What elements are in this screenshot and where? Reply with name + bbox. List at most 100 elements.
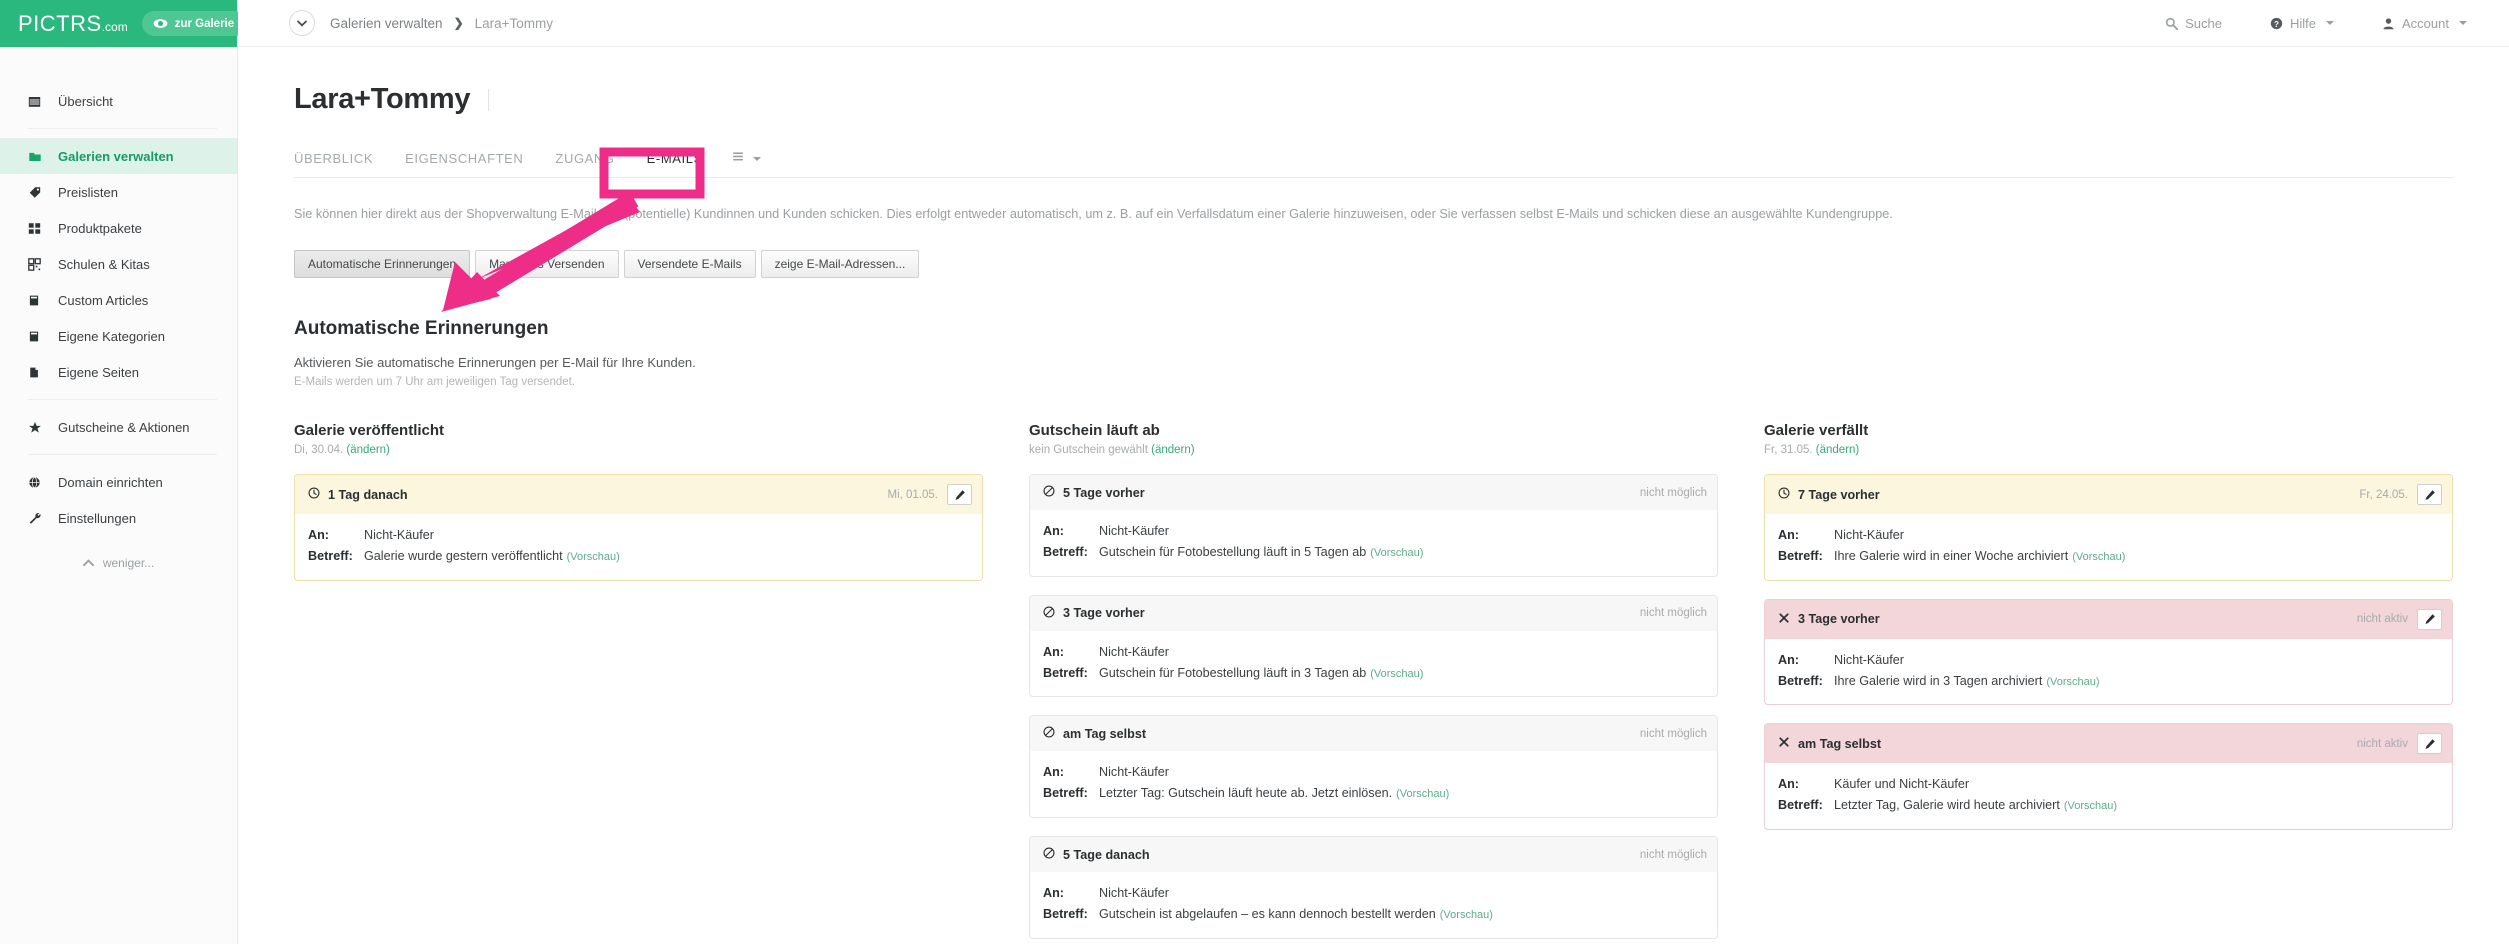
- sidebar-item-1[interactable]: Galerien verwalten: [0, 138, 237, 174]
- reminder-card: 5 Tage vorher nicht möglich An: Nicht-Kä…: [1029, 474, 1718, 577]
- breadcrumb-dropdown-button[interactable]: [289, 10, 315, 36]
- reminder-timing-label: 3 Tage vorher: [1798, 612, 1880, 627]
- sidebar-item-label: Custom Articles: [58, 292, 149, 308]
- column-change-link[interactable]: (ändern): [346, 444, 389, 456]
- edit-reminder-button[interactable]: [2417, 608, 2442, 630]
- subtab-3[interactable]: zeige E-Mail-Adressen...: [760, 250, 920, 279]
- wrench-icon: [28, 512, 45, 525]
- recipient-label: An:: [1043, 886, 1064, 900]
- reminder-card-body: An: Nicht-Käufer Betreff: Gutschein für …: [1030, 510, 1717, 576]
- reminder-card: 3 Tage vorher nicht aktiv An: Nicht-Käuf…: [1764, 598, 2453, 706]
- subtab-1[interactable]: Manuelles Versenden: [475, 250, 619, 279]
- tab-3[interactable]: E-MAILS: [631, 144, 719, 177]
- sidebar-item-0[interactable]: Übersicht: [0, 83, 237, 119]
- edit-reminder-button[interactable]: [2417, 484, 2442, 506]
- subject-label: Betreff:: [1778, 673, 1823, 688]
- recipient-value: Nicht-Käufer: [1099, 886, 1169, 900]
- account-label: Account: [2402, 15, 2449, 31]
- breadcrumb-parent-link[interactable]: Galerien verwalten: [330, 16, 443, 31]
- help-label: Hilfe: [2290, 15, 2317, 31]
- qr-icon: [28, 257, 45, 271]
- reminder-card-body: An: Nicht-Käufer Betreff: Gutschein für …: [1030, 631, 1717, 697]
- edit-reminder-button[interactable]: [947, 484, 972, 506]
- chevron-down-icon: [2459, 21, 2467, 25]
- sidebar-item-9[interactable]: Domain einrichten: [0, 464, 237, 500]
- preview-link[interactable]: (Vorschau): [2046, 676, 2099, 688]
- edit-reminder-button[interactable]: [2417, 733, 2442, 755]
- subject-text: Ihre Galerie wird in 3 Tagen archiviert: [1834, 673, 2043, 688]
- ban-icon: [1043, 726, 1055, 741]
- column-change-link[interactable]: (ändern): [1816, 444, 1859, 456]
- subject-text: Gutschein ist abgelaufen – es kann denno…: [1099, 906, 1436, 921]
- subtab-0[interactable]: Automatische Erinnerungen: [294, 250, 471, 279]
- preview-link[interactable]: (Vorschau): [1370, 668, 1423, 680]
- status-text: nicht aktiv: [2356, 737, 2408, 750]
- sidebar-item-label: Schulen & Kitas: [58, 256, 150, 272]
- tab-0[interactable]: ÜBERBLICK: [294, 144, 389, 177]
- preview-link[interactable]: (Vorschau): [1396, 788, 1449, 800]
- section-note: E-Mails werden um 7 Uhr am jeweiligen Ta…: [294, 376, 576, 389]
- reminder-timing-label: 7 Tage vorher: [1798, 487, 1880, 502]
- subtab-2[interactable]: Versendete E-Mails: [623, 250, 756, 279]
- search-button[interactable]: Suche: [2165, 16, 2222, 31]
- subject-text: Galerie wurde gestern veröffentlicht: [364, 549, 563, 564]
- sidebar-item-3[interactable]: Produktpakete: [0, 210, 237, 246]
- reminder-timing-label: 3 Tage vorher: [1063, 606, 1145, 621]
- pictrs-logo: PICTRS.com: [18, 11, 128, 37]
- reminder-columns: Galerie veröffentlicht Di, 30.04. (ändern…: [294, 422, 2453, 939]
- column-date: kein Gutschein gewählt: [1029, 444, 1152, 457]
- preview-link[interactable]: (Vorschau): [1370, 547, 1423, 559]
- svg-text:?: ?: [2274, 19, 2279, 28]
- subject-row: Betreff: Gutschein für Fotobestellung lä…: [1043, 663, 1704, 684]
- recipient-row: An: Nicht-Käufer: [1043, 521, 1704, 542]
- column-date: Fr, 31.05.: [1764, 444, 1816, 457]
- logo-text: PICTRS: [18, 10, 102, 36]
- sidebar-item-4[interactable]: Schulen & Kitas: [0, 246, 237, 282]
- reminder-card-body: An: Nicht-Käufer Betreff: Gutschein ist …: [1030, 872, 1717, 938]
- page-icon: [28, 366, 45, 379]
- column-subtitle: Fr, 31.05. (ändern): [1764, 444, 2453, 456]
- reminder-card: 7 Tage vorher Fr, 24.05. An: Nicht-Käufe…: [1764, 474, 2453, 581]
- reminder-card-body: An: Nicht-Käufer Betreff: Ihre Galerie w…: [1765, 639, 2452, 705]
- sidebar-item-7[interactable]: Eigene Seiten: [0, 354, 237, 390]
- column-date: Di, 30.04.: [294, 444, 347, 457]
- column-title: Gutschein läuft ab: [1029, 422, 1160, 440]
- preview-link[interactable]: (Vorschau): [1440, 909, 1493, 921]
- account-button[interactable]: Account: [2382, 16, 2467, 31]
- reminder-timing-label: 5 Tage vorher: [1063, 485, 1145, 500]
- sidebar-item-10[interactable]: Einstellungen: [0, 500, 237, 536]
- page-description: Sie können hier direkt aus der Shopverwa…: [294, 207, 1893, 221]
- reminder-column-0: Galerie veröffentlicht Di, 30.04. (ändern…: [294, 422, 983, 581]
- tab-bar: ÜBERBLICK EIGENSCHAFTEN ZUGANG E-MAILS: [294, 144, 2453, 178]
- sidebar-item-8[interactable]: Gutscheine & Aktionen: [0, 409, 237, 445]
- sidebar: PICTRS.com zur Galerie Übersicht Galerien…: [0, 0, 248, 944]
- recipient-value: Nicht-Käufer: [1099, 644, 1169, 659]
- preview-link[interactable]: (Vorschau): [2072, 551, 2125, 563]
- reminder-timing-label: 5 Tage danach: [1063, 847, 1150, 862]
- tab-menu-button[interactable]: [731, 150, 761, 168]
- sidebar-item-2[interactable]: Preislisten: [0, 174, 237, 210]
- sidebar-item-5[interactable]: Custom Articles: [0, 282, 237, 318]
- sidebar-item-label: Produktpakete: [58, 220, 142, 236]
- zur-galerie-button[interactable]: zur Galerie: [141, 11, 248, 36]
- recipient-row: An: Nicht-Käufer: [1778, 650, 2439, 671]
- subject-value: Ihre Galerie wird in 3 Tagen archiviert(…: [1834, 671, 2100, 692]
- title-divider: [488, 89, 490, 111]
- tab-2[interactable]: ZUGANG: [539, 144, 630, 177]
- column-change-link[interactable]: (ändern): [1151, 444, 1194, 456]
- recipient-row: An: Nicht-Käufer: [1043, 883, 1704, 904]
- globe-icon: [28, 476, 45, 489]
- column-subtitle: kein Gutschein gewählt (ändern): [1029, 444, 1718, 456]
- sidebar-item-6[interactable]: Eigene Kategorien: [0, 318, 237, 354]
- tab-1[interactable]: EIGENSCHAFTEN: [389, 144, 539, 177]
- x-icon: [1778, 612, 1790, 627]
- preview-link[interactable]: (Vorschau): [567, 551, 620, 563]
- sidebar-collapse-button[interactable]: weniger...: [0, 556, 237, 570]
- top-bar-actions: Suche ? Hilfe Account: [2117, 16, 2509, 31]
- reminder-column-2: Galerie verfällt Fr, 31.05. (ändern) 7 Ta…: [1764, 422, 2453, 830]
- sidebar-item-label: Einstellungen: [58, 510, 137, 526]
- ban-icon: [1043, 485, 1055, 500]
- reminder-card: am Tag selbst nicht möglich An: Nicht-Kä…: [1029, 715, 1718, 818]
- help-button[interactable]: ? Hilfe: [2270, 15, 2335, 31]
- preview-link[interactable]: (Vorschau): [2064, 800, 2117, 812]
